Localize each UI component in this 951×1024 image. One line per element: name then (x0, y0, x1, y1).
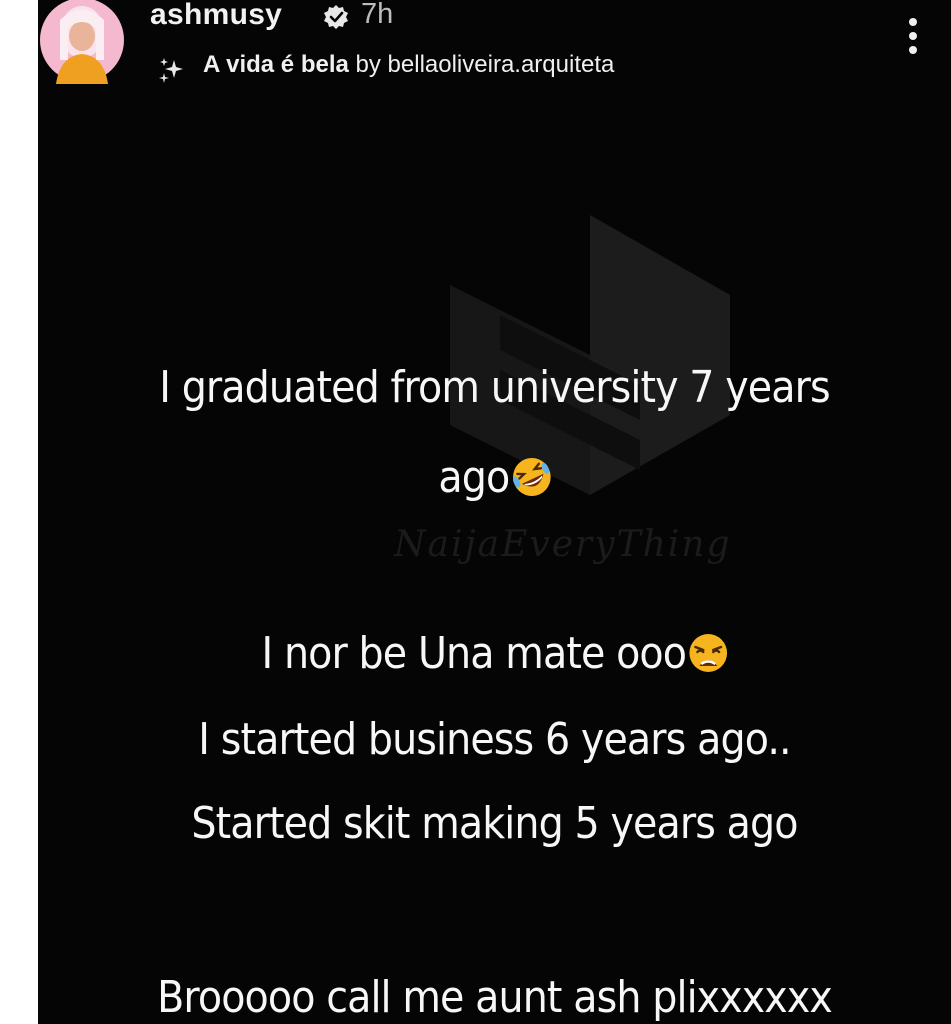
username[interactable]: ashmusy (150, 0, 282, 32)
story-text-line-3: I nor be Una mate ooo (84, 628, 906, 680)
more-options-icon[interactable] (898, 14, 928, 62)
post-time: 7h (361, 0, 394, 30)
story-text-line-2: ago (84, 452, 906, 504)
watermark-text: NaijaEveryThing (394, 524, 732, 565)
rolling-on-floor-laughing-emoji (512, 458, 551, 496)
story-text-line-4: I started business 6 years ago.. (198, 714, 791, 765)
instagram-story[interactable]: ashmusy 7h A vida é bela by bellaoliveir… (38, 0, 951, 1024)
story-text-line-5: Started skit making 5 years ago (191, 798, 798, 849)
music-by: by (355, 51, 381, 78)
story-text-line-6: Brooooo call me aunt ash plixxxxxx (157, 972, 833, 1023)
sparkle-icon (159, 58, 183, 83)
story-text-line-3-text: I nor be Una mate ooo (261, 628, 687, 679)
weary-face-emoji (689, 634, 728, 672)
screenshot-frame: ashmusy 7h A vida é bela by bellaoliveir… (0, 0, 951, 1024)
story-text-line-1: I graduated from university 7 years (159, 362, 830, 413)
verified-badge-icon (324, 5, 348, 29)
music-title: A vida é bela (203, 51, 349, 78)
music-attribution[interactable]: A vida é bela by bellaoliveira.arquiteta (203, 51, 614, 79)
avatar[interactable] (38, 0, 126, 84)
story-text-line-2-text: ago (438, 452, 510, 503)
music-artist: bellaoliveira.arquiteta (387, 51, 615, 78)
